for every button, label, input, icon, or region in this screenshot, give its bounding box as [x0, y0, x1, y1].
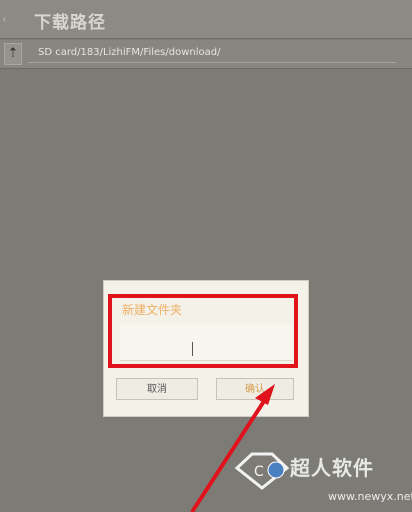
- watermark-logo-icon: C: [234, 452, 290, 490]
- watermark-name: 超人软件: [290, 456, 374, 480]
- annotation-arrow: [190, 384, 275, 512]
- svg-text:C: C: [254, 464, 264, 480]
- arrow-head-icon: [255, 384, 275, 405]
- watermark-url: www.newyx.net: [328, 490, 412, 503]
